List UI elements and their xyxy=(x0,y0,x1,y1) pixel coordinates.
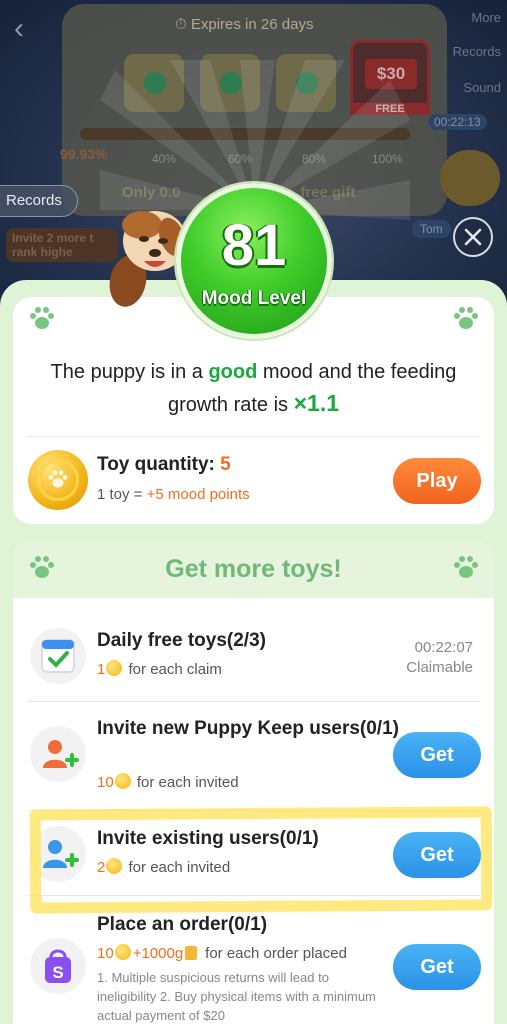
mood-level-label: Mood Level xyxy=(201,288,307,309)
shopping-bag-icon: S xyxy=(30,938,86,994)
daily-timer: 00:22:07 xyxy=(414,639,473,656)
toy-conversion-label: 1 toy = xyxy=(97,486,147,503)
expires-label: Expires in 26 days xyxy=(190,16,314,33)
toy-quantity-label: Toy quantity: xyxy=(97,454,221,475)
close-button[interactable] xyxy=(453,217,493,257)
back-icon[interactable]: ‹ xyxy=(14,12,24,46)
get-more-title: Get more toys! xyxy=(165,555,342,583)
cash-free-label: FREE xyxy=(350,103,430,115)
close-icon xyxy=(464,228,482,246)
helicopter-icon xyxy=(440,150,500,206)
tom-tag: Tom xyxy=(412,220,451,238)
calendar-icon xyxy=(30,628,86,684)
get-button[interactable]: Get xyxy=(393,944,481,990)
task-reward-extra: +1000g xyxy=(132,945,184,962)
mood-level-badge: 81 Mood Level xyxy=(176,183,332,339)
task-reward: 10 for each invited xyxy=(97,773,239,791)
divider xyxy=(28,436,480,437)
progress-track xyxy=(80,128,410,140)
task-reward-label: for each claim xyxy=(128,661,222,678)
get-button[interactable]: Get xyxy=(393,832,481,878)
coin-icon xyxy=(106,858,123,874)
task-reward-count: 10 xyxy=(97,774,114,791)
toy-conversion: 1 toy = +5 mood points xyxy=(97,486,250,503)
side-more[interactable]: More xyxy=(471,10,501,25)
get-button[interactable]: Get xyxy=(393,732,481,778)
mood-description: The puppy is in a good mood and the feed… xyxy=(20,357,487,421)
side-sound[interactable]: Sound xyxy=(463,80,501,95)
paw-icon xyxy=(454,307,478,329)
mood-text-part: The puppy is in a xyxy=(50,361,209,383)
task-reward-label: for each invited xyxy=(128,859,231,876)
gift-box-icon xyxy=(200,54,260,112)
tennis-ball-icon xyxy=(28,450,88,510)
play-button[interactable]: Play xyxy=(393,458,481,504)
toy-quantity: Toy quantity: 5 xyxy=(97,454,231,476)
growth-multiplier: ×1.1 xyxy=(293,390,339,416)
coin-icon xyxy=(114,773,131,789)
add-user-icon xyxy=(30,726,86,782)
task-title: Place an order(0/1) xyxy=(97,914,268,935)
task-reward-count: 1 xyxy=(97,661,106,678)
task-reward: 2 for each invited xyxy=(97,858,230,876)
mood-good-word: good xyxy=(208,361,258,383)
task-title: Invite new Puppy Keep users(0/1) xyxy=(97,718,399,739)
task-timer: 00:22:07 Claimable xyxy=(406,638,473,678)
task-title: Daily free toys(2/3) xyxy=(97,630,266,651)
package-icon xyxy=(185,946,198,960)
task-title: Invite existing users(0/1) xyxy=(97,828,319,849)
toy-mood-points: +5 mood points xyxy=(146,486,250,503)
coin-icon xyxy=(106,660,123,676)
milestone-label: 100% xyxy=(372,152,403,166)
paw-icon xyxy=(30,307,54,329)
task-reward-label: for each invited xyxy=(136,774,239,791)
add-user-icon xyxy=(30,826,86,882)
task-reward-count: 2 xyxy=(97,859,106,876)
expires-text: ⏱ Expires in 26 days xyxy=(175,16,314,33)
divider xyxy=(28,810,480,811)
task-reward-count: 10 xyxy=(97,945,114,962)
side-records[interactable]: Records xyxy=(453,44,501,59)
records-button[interactable]: Records xyxy=(0,185,78,217)
toy-quantity-value: 5 xyxy=(220,454,231,475)
free-gift-label: free gift xyxy=(300,184,356,201)
task-reward: 10 +1000g for each order placed xyxy=(97,944,347,962)
milestone-label: 40% xyxy=(152,152,177,166)
divider xyxy=(28,895,480,896)
cash-amount: $30 xyxy=(365,59,417,89)
divider xyxy=(28,701,480,702)
milestone-label: 80% xyxy=(302,152,327,166)
cash-reward: $30 FREE xyxy=(350,40,430,115)
order-note: 1. Multiple suspicious returns will lead… xyxy=(97,970,376,1023)
daily-status: Claimable xyxy=(406,659,473,676)
gift-box-icon xyxy=(124,54,184,112)
mood-level-value: 81 xyxy=(221,213,287,278)
task-reward: 1 for each claim xyxy=(97,660,222,678)
gift-box-icon xyxy=(276,54,336,112)
task-reward-label: for each order placed xyxy=(205,945,347,962)
only-label: Only 0.0 xyxy=(122,184,181,201)
svg-text:S: S xyxy=(52,963,63,982)
background-timer: 00:22:13 xyxy=(428,114,487,130)
coin-icon xyxy=(114,944,131,960)
progress-percent: 99.93% xyxy=(60,146,108,162)
milestone-label: 60% xyxy=(228,152,253,166)
